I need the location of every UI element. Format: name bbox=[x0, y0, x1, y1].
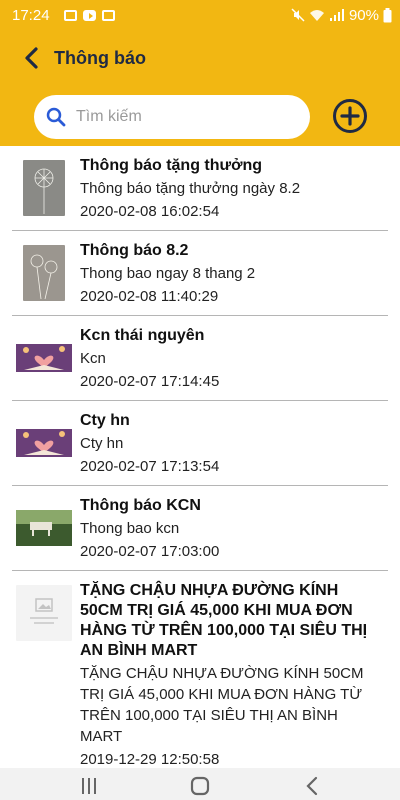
search-box[interactable] bbox=[34, 95, 310, 139]
notification-text: Thông báo 8.2 Thong bao ngay 8 thang 2 2… bbox=[80, 241, 372, 315]
wifi-icon bbox=[309, 9, 324, 21]
back-nav-icon[interactable] bbox=[305, 776, 319, 796]
notification-title: TẶNG CHẬU NHỰA ĐƯỜNG KÍNH 50CM TRỊ GIÁ 4… bbox=[80, 582, 368, 659]
battery-percent: 90% bbox=[348, 6, 379, 24]
status-left: 17:24 bbox=[12, 7, 115, 24]
add-button[interactable] bbox=[332, 98, 368, 134]
notification-title: Thông báo 8.2 bbox=[80, 242, 189, 259]
mute-icon bbox=[291, 8, 305, 22]
battery-icon bbox=[383, 7, 392, 22]
status-bar: 17:24 90% bbox=[0, 0, 400, 30]
dandelion-thumbnail bbox=[23, 160, 65, 216]
notification-title: Thông báo KCN bbox=[80, 497, 201, 514]
back-arrow-icon bbox=[25, 47, 38, 69]
notification-text: Thông báo tặng thưởng Thông báo tặng thư… bbox=[80, 156, 372, 230]
search-row bbox=[0, 86, 400, 146]
notification-text: Cty hn Cty hn 2020-02-07 17:13:54 bbox=[80, 411, 372, 485]
notification-body: Thong bao kcn bbox=[80, 520, 180, 537]
list-item[interactable]: Thông báo 8.2 Thong bao ngay 8 thang 2 2… bbox=[12, 231, 388, 316]
notification-body: Thông báo tặng thưởng ngày 8.2 bbox=[80, 180, 301, 197]
notification-text: Thông báo KCN Thong bao kcn 2020-02-07 1… bbox=[80, 496, 372, 570]
notification-title: Cty hn bbox=[80, 412, 130, 429]
status-time: 17:24 bbox=[12, 6, 50, 24]
notification-time: 2020-02-08 11:40:29 bbox=[80, 288, 219, 305]
gallery-icon bbox=[63, 9, 77, 21]
book-heart-thumbnail bbox=[16, 415, 72, 471]
notification-text: TẶNG CHẬU NHỰA ĐƯỜNG KÍNH 50CM TRỊ GIÁ 4… bbox=[80, 581, 372, 778]
home-icon[interactable] bbox=[190, 776, 210, 796]
signal-icon bbox=[329, 8, 344, 21]
add-circle-icon bbox=[333, 99, 367, 133]
image-placeholder-thumbnail bbox=[16, 585, 72, 641]
notification-time: 2020-02-07 17:14:45 bbox=[80, 373, 220, 390]
search-icon bbox=[46, 107, 66, 127]
list-item[interactable]: Cty hn Cty hn 2020-02-07 17:13:54 bbox=[12, 401, 388, 486]
app-notification-icon bbox=[101, 9, 115, 21]
youtube-icon bbox=[82, 9, 96, 21]
notification-body: Thong bao ngay 8 thang 2 bbox=[80, 265, 256, 282]
notification-list: Thông báo tặng thưởng Thông báo tặng thư… bbox=[0, 146, 400, 779]
list-item[interactable]: Thông báo tặng thưởng Thông báo tặng thư… bbox=[12, 146, 388, 231]
list-item[interactable]: Thông báo KCN Thong bao kcn 2020-02-07 1… bbox=[12, 486, 388, 571]
notification-body: Kcn bbox=[80, 350, 106, 367]
book-heart-thumbnail bbox=[16, 330, 72, 386]
bench-thumbnail bbox=[16, 500, 72, 556]
recent-apps-icon[interactable] bbox=[80, 776, 98, 796]
app-bar: Thông báo bbox=[0, 30, 400, 86]
notification-time: 2020-02-07 17:03:00 bbox=[80, 543, 220, 560]
dandelion-thumbnail bbox=[23, 245, 65, 301]
page-title: Thông báo bbox=[54, 47, 146, 68]
notification-body: Cty hn bbox=[80, 435, 124, 452]
notification-time: 2019-12-29 12:50:58 bbox=[80, 751, 220, 768]
back-button[interactable] bbox=[14, 38, 50, 78]
search-input[interactable] bbox=[76, 108, 276, 126]
notification-title: Thông báo tặng thưởng bbox=[80, 157, 263, 174]
list-item[interactable]: Kcn thái nguyên Kcn 2020-02-07 17:14:45 bbox=[12, 316, 388, 401]
status-right: 90% bbox=[291, 7, 392, 24]
notification-text: Kcn thái nguyên Kcn 2020-02-07 17:14:45 bbox=[80, 326, 372, 400]
notification-time: 2020-02-07 17:13:54 bbox=[80, 458, 220, 475]
notification-title: Kcn thái nguyên bbox=[80, 327, 205, 344]
system-navigation-bar bbox=[0, 768, 400, 800]
notification-time: 2020-02-08 16:02:54 bbox=[80, 203, 220, 220]
list-item[interactable]: TẶNG CHẬU NHỰA ĐƯỜNG KÍNH 50CM TRỊ GIÁ 4… bbox=[12, 571, 388, 779]
notification-body: TẶNG CHẬU NHỰA ĐƯỜNG KÍNH 50CM TRỊ GIÁ 4… bbox=[80, 665, 364, 745]
